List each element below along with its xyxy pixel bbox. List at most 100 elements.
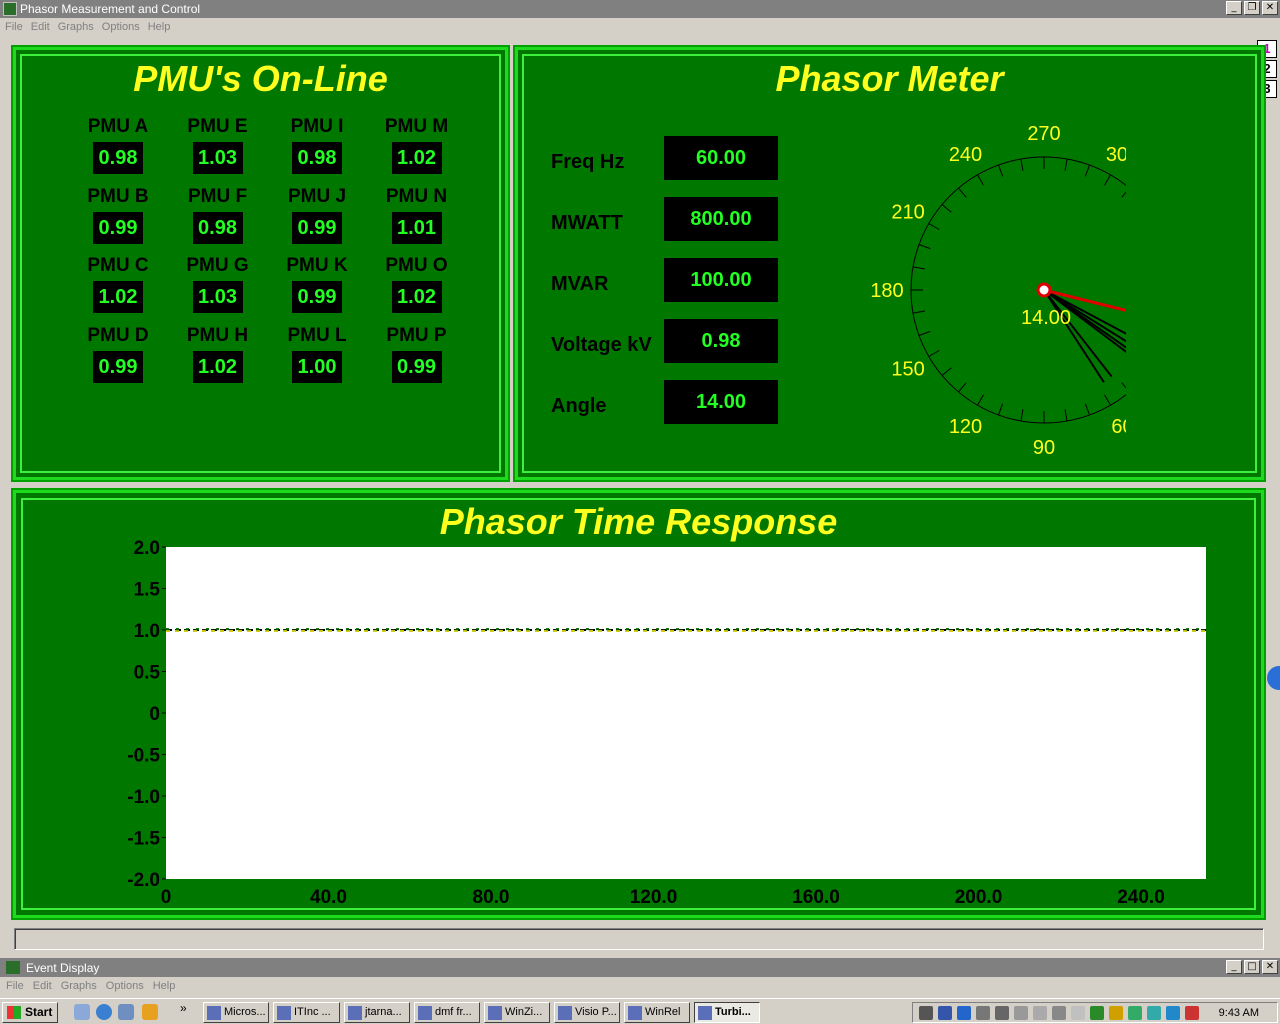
pmu-cell: PMU C 1.02 [68,255,168,313]
pmu-value: 1.02 [391,281,442,313]
taskbar-button[interactable]: WinZi... [484,1002,550,1023]
tray-icon[interactable] [1033,1006,1047,1020]
menu-options[interactable]: Options [97,18,143,33]
pmu-cell: PMU L 1.00 [267,325,367,383]
meter-label: MVAR [551,273,609,295]
phasor-meter-panel: Phasor Meter Freq Hz 60.00 MWATT 800.00 MVAR… [513,45,1266,482]
tray-icon[interactable] [1090,1006,1104,1020]
dial-tick [1121,191,1126,198]
dial-tick [941,204,952,213]
dial-tick [928,223,940,230]
pmu-online-panel: PMU's On-Line PMU A 0.98 PMU E 1.03 PMU I 0.9… [11,45,510,482]
pmu-name: PMU F [187,185,248,207]
pmu-cell: PMU B 0.99 [68,186,168,244]
event-app-icon [6,961,20,974]
taskbar-button[interactable]: jtarna... [344,1002,410,1023]
taskbar-button[interactable]: ITInc ... [273,1002,340,1023]
start-button[interactable]: Start [2,1002,58,1023]
taskbar-button-label: jtarna... [365,1006,402,1018]
quicklaunch-chevron-icon[interactable]: » [180,1001,187,1015]
status-bar [14,928,1264,950]
tray-icon[interactable] [938,1006,952,1020]
event-menu-options[interactable]: Options [100,977,147,992]
window-title-bar[interactable]: Phasor Measurement and Control _ ❐ ✕ [0,0,1280,18]
event-close-button[interactable]: ✕ [1262,960,1278,974]
menu-graphs[interactable]: Graphs [53,18,97,33]
menu-bar: File Edit Graphs Options Help [0,18,1280,38]
event-maximize-button[interactable]: □ [1244,960,1260,974]
tray-icon[interactable] [976,1006,990,1020]
task-app-icon [207,1006,221,1020]
task-app-icon [488,1006,502,1020]
tray-icon[interactable] [1166,1006,1180,1020]
window-title: Phasor Measurement and Control [20,2,201,16]
taskbar: Start » Micros... ITInc ... jtarna... dmf f… [0,998,1280,1024]
y-tick-label: 1.5 [134,580,161,601]
dial-tick [998,403,1004,416]
pmu-value: 0.98 [192,211,243,244]
dial-tick [1121,382,1126,389]
pmu-name: PMU D [87,324,149,346]
pmu-cell: PMU G 1.03 [168,255,268,313]
event-minimize-button[interactable]: _ [1226,960,1242,974]
tray-icon[interactable] [1147,1006,1161,1020]
pmu-cell: PMU I 0.98 [267,116,367,174]
start-label: Start [25,1005,53,1019]
pmu-value: 0.99 [391,350,442,383]
x-tick-label: 120.0 [630,887,678,908]
dial-tick [928,350,940,357]
x-tick-label: 0 [161,887,172,908]
dial-tick [1104,174,1111,186]
meter-value: 60.00 [664,136,778,180]
meter-label: Angle [551,395,607,417]
clock: 9:43 AM [1218,1007,1259,1019]
dial-circle [910,156,1126,424]
plot-area [166,547,1206,879]
dial-tick [918,330,931,336]
taskbar-button[interactable]: Micros... [203,1002,269,1023]
show-desktop-icon[interactable] [74,1004,90,1020]
tray-icon[interactable] [1071,1006,1085,1020]
media-player-icon[interactable] [142,1004,158,1020]
taskbar-button[interactable]: dmf fr... [414,1002,480,1023]
taskbar-button[interactable]: Visio P... [554,1002,620,1023]
event-menu-file[interactable]: File [0,977,27,992]
outlook-icon[interactable] [118,1004,134,1020]
dial-tick [977,394,984,406]
globe-icon[interactable] [1267,666,1280,690]
tray-icon[interactable] [957,1006,971,1020]
meter-value: 0.98 [664,319,778,363]
menu-file[interactable]: File [0,18,26,33]
taskbar-button[interactable]: Turbi... [694,1002,760,1023]
menu-edit[interactable]: Edit [26,18,53,33]
tray-icon[interactable] [1014,1006,1028,1020]
windows-flag-icon [7,1006,21,1019]
event-window-title-bar[interactable]: Event Display _ □ ✕ [0,958,1280,977]
event-menu-edit[interactable]: Edit [27,977,55,992]
event-menu-help[interactable]: Help [147,977,179,992]
tray-icon[interactable] [919,1006,933,1020]
ie-browser-icon[interactable] [96,1004,112,1020]
taskbar-button[interactable]: WinRel [624,1002,690,1023]
x-tick-label: 200.0 [955,887,1003,908]
dial-tick [958,187,967,198]
tray-icon[interactable] [1109,1006,1123,1020]
tray-icon[interactable] [995,1006,1009,1020]
tray-icon[interactable] [1128,1006,1142,1020]
meter-label: Freq Hz [551,151,625,173]
tray-icon[interactable] [1052,1006,1066,1020]
pmu-name: PMU B [87,185,149,207]
system-tray: 9:43 AM [912,1002,1278,1023]
pmu-value: 0.98 [292,142,342,174]
event-menu-graphs[interactable]: Graphs [55,977,100,992]
pmu-value: 0.99 [93,211,143,244]
close-button[interactable]: ✕ [1262,1,1278,15]
menu-help[interactable]: Help [143,18,174,33]
dial-hub [1036,282,1052,298]
tray-icon[interactable] [1185,1006,1199,1020]
minimize-button[interactable]: _ [1226,1,1242,15]
restore-button[interactable]: ❐ [1244,1,1260,15]
pmu-value: 1.03 [192,281,243,313]
pmu-value: 1.03 [192,142,243,174]
task-app-icon [628,1006,642,1020]
